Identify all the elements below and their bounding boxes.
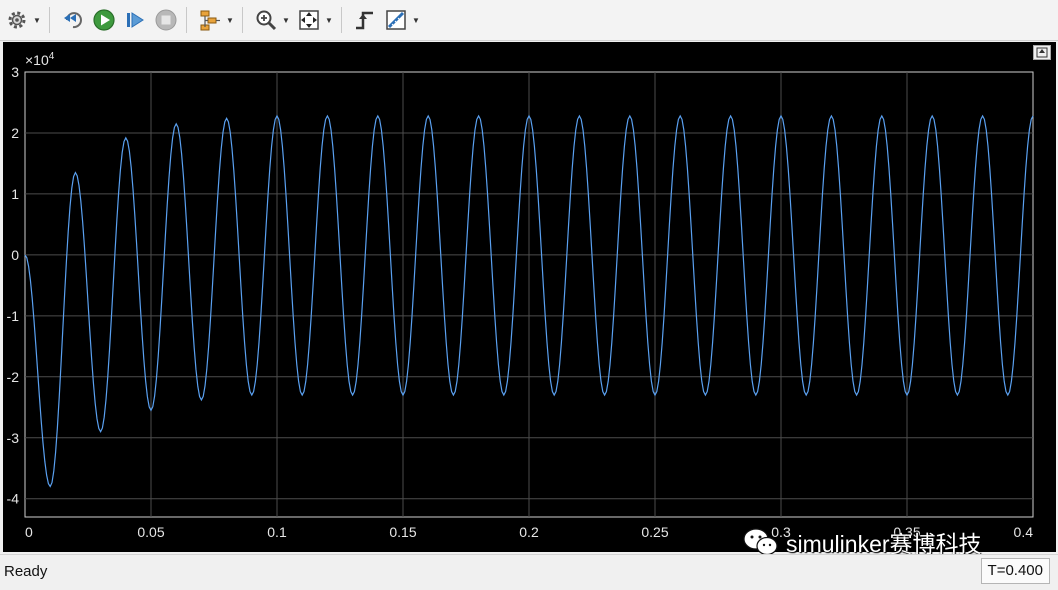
simulation-time: T=0.400 <box>980 558 1050 584</box>
y-tick-label: -2 <box>7 369 20 385</box>
restore-icon <box>1036 47 1048 58</box>
run-icon <box>93 9 115 31</box>
scope-plot[interactable]: 0 0.05 0.1 0.15 0.2 0.25 0.3 0.35 0.43210-1-2-3-… <box>3 42 1056 552</box>
status-text: Ready <box>4 563 48 580</box>
signal-hierarchy-button[interactable] <box>196 6 224 34</box>
fit-to-view-button[interactable] <box>295 6 323 34</box>
zoom-in-button[interactable] <box>252 6 280 34</box>
x-tick-label: 0.2 <box>519 524 539 540</box>
wechat-icon <box>743 528 778 556</box>
x-tick-label: 0.1 <box>267 524 287 540</box>
run-button[interactable] <box>90 6 118 34</box>
settings-dropdown[interactable]: ▼ <box>31 6 43 34</box>
y-tick-label: 2 <box>11 125 19 141</box>
step-back-button[interactable] <box>59 6 87 34</box>
zoom-in-icon <box>256 10 277 31</box>
toolbar-separator <box>49 7 50 33</box>
stop-icon <box>155 9 177 31</box>
triggers-icon <box>356 11 373 30</box>
toolbar-separator <box>341 7 342 33</box>
toolbar-separator <box>242 7 243 33</box>
y-tick-label: 3 <box>11 64 19 80</box>
cursor-measurements-button[interactable] <box>382 6 410 34</box>
x-tick-label: 0.15 <box>389 524 416 540</box>
x-tick-label: 0.4 <box>1014 524 1034 540</box>
step-forward-icon <box>127 12 144 28</box>
status-bar: Ready T=0.400 <box>0 554 1058 590</box>
y-tick-label: 0 <box>11 247 19 263</box>
scope-toolbar: ▼ ▼ ▼ ▼ ▼ <box>0 0 1058 41</box>
y-tick-label: -4 <box>7 491 20 507</box>
y-tick-label: -1 <box>7 308 20 324</box>
signal-hierarchy-icon <box>200 10 220 31</box>
step-forward-button[interactable] <box>121 6 149 34</box>
cursor-measurements-icon <box>386 10 406 30</box>
scope-display[interactable]: 0 0.05 0.1 0.15 0.2 0.25 0.3 0.35 0.4 3 2 1 0 -1 -2 -3-… <box>3 42 1056 552</box>
fit-to-view-dropdown[interactable]: ▼ <box>323 6 335 34</box>
cursor-measurements-dropdown[interactable]: ▼ <box>410 6 422 34</box>
fit-to-view-icon <box>299 10 319 30</box>
y-tick-label: 1 <box>11 186 19 202</box>
x-tick-label: 0.05 <box>137 524 164 540</box>
settings-button[interactable] <box>3 6 31 34</box>
gear-icon <box>8 11 26 29</box>
signal-hierarchy-dropdown[interactable]: ▼ <box>224 6 236 34</box>
restore-layout-button[interactable] <box>1033 45 1051 60</box>
zoom-dropdown[interactable]: ▼ <box>280 6 292 34</box>
x-tick-label: 0.25 <box>641 524 668 540</box>
stop-button[interactable] <box>152 6 180 34</box>
y-exponent-label: ×104 <box>25 51 55 68</box>
triggers-button[interactable] <box>351 6 379 34</box>
y-tick-label: -3 <box>7 430 20 446</box>
step-back-icon <box>64 12 82 29</box>
x-tick-label: 0 <box>25 524 33 540</box>
toolbar-separator <box>186 7 187 33</box>
